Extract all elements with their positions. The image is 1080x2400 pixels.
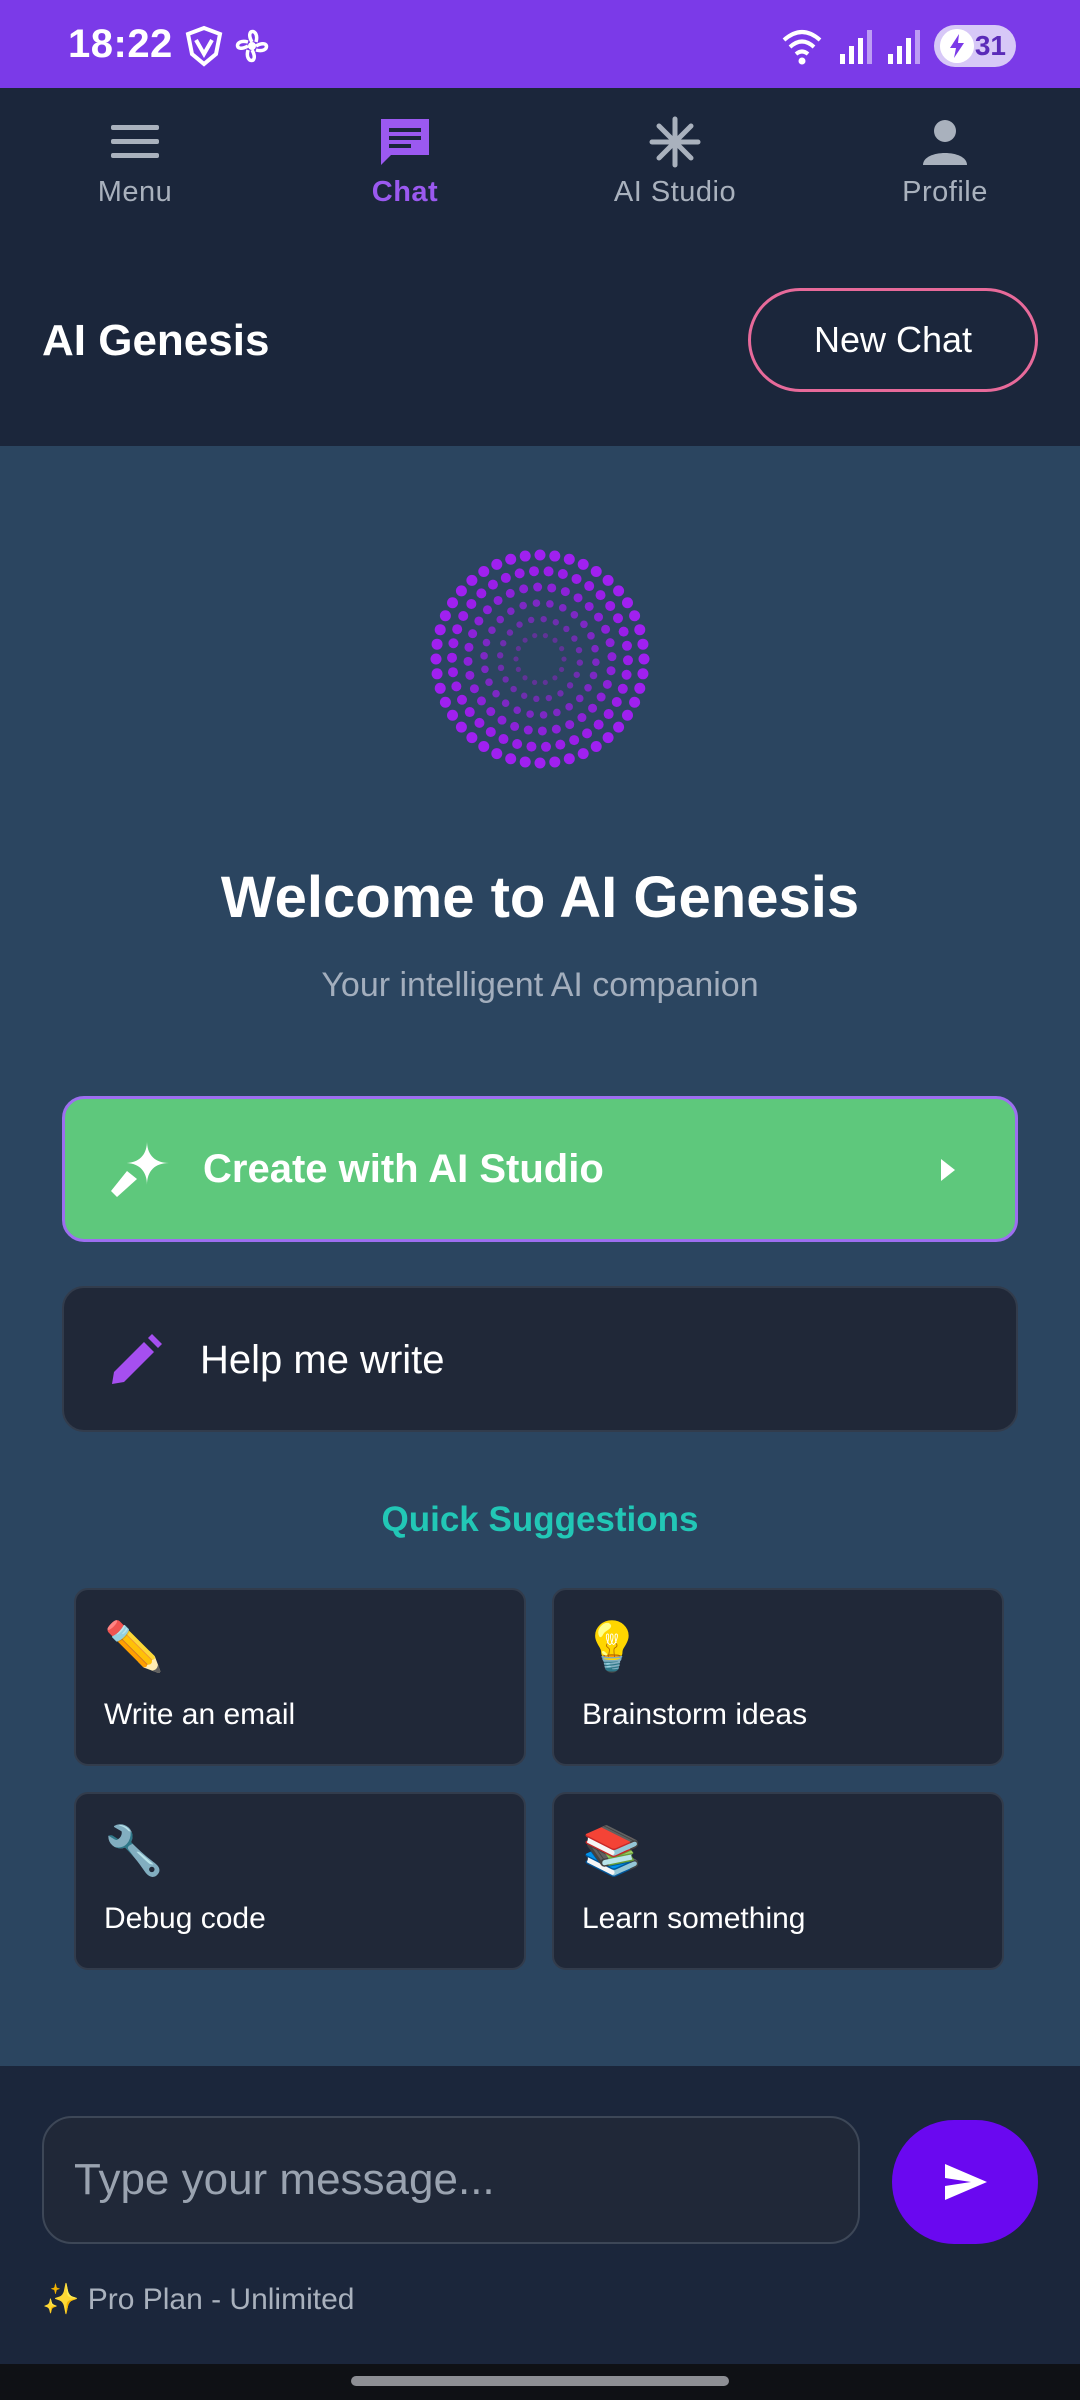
chat-main: Welcome to AI Genesis Your intelligent A… [0,446,1080,2066]
page-title: AI Genesis [42,316,270,365]
status-right-group: 31 [780,24,1016,68]
nav-label-profile: Profile [902,176,988,208]
top-navigation: Menu Chat AI Studio Profile [0,88,1080,210]
create-with-ai-studio-button[interactable]: Create with AI Studio [62,1096,1018,1242]
signal-icon [840,30,872,64]
plan-status: ✨ Pro Plan - Unlimited [42,2283,355,2316]
gesture-bar [0,2364,1080,2400]
nav-label-menu: Menu [97,176,173,208]
suggestion-label: Learn something [582,1902,806,1935]
welcome-subtitle: Your intelligent AI companion [321,966,759,1004]
nav-item-profile[interactable]: Profile [810,88,1080,210]
send-button[interactable] [892,2120,1038,2244]
home-gesture-handle[interactable] [351,2376,729,2386]
help-me-write-button[interactable]: Help me write [62,1286,1018,1432]
quick-suggestions-title: Quick Suggestions [381,1500,699,1539]
battery-charging-icon [940,29,974,63]
nav-item-menu[interactable]: Menu [0,88,270,210]
menu-icon [107,114,163,170]
battery-indicator: 31 [934,25,1016,67]
send-icon [945,2164,987,2200]
asterisk-icon [647,114,703,170]
spiral-logo-icon [430,549,650,769]
suggestion-label: Debug code [104,1902,266,1935]
battery-level: 31 [974,30,1006,61]
nav-label-ai-studio: AI Studio [613,176,737,208]
suggestion-label: Brainstorm ideas [582,1698,808,1731]
suggestion-label: Write an email [104,1698,296,1731]
sparkle-wand-icon [111,1141,169,1197]
suggestion-debug-code[interactable]: 🔧 Debug code [74,1792,526,1970]
status-time: 18:22 [68,22,173,66]
wrench-emoji-icon: 🔧 [104,1825,164,1878]
vpn-shield-icon [185,25,223,67]
person-icon [917,114,973,170]
app-header: AI Genesis New Chat [0,210,1080,446]
suggestion-learn-something[interactable]: 📚 Learn something [552,1792,1004,1970]
message-composer: ✨ Pro Plan - Unlimited [0,2066,1080,2364]
books-emoji-icon: 📚 [582,1825,642,1878]
help-me-write-label: Help me write [200,1338,445,1382]
pencil-emoji-icon: ✏️ [104,1621,164,1674]
lightbulb-emoji-icon: 💡 [582,1621,642,1674]
status-bar: 18:22 31 [0,0,1080,88]
suggestion-write-email[interactable]: ✏️ Write an email [74,1588,526,1766]
studio-button-label: Create with AI Studio [203,1147,604,1191]
app-screen: 18:22 31 Menu Chat AI Studio Profile AI … [0,0,1080,2400]
nav-label-chat: Chat [371,176,439,208]
pinwheel-icon [235,29,269,63]
suggestion-brainstorm-ideas[interactable]: 💡 Brainstorm ideas [552,1588,1004,1766]
chat-icon [377,114,433,170]
wifi-icon [782,30,822,65]
nav-item-ai-studio[interactable]: AI Studio [540,88,810,210]
signal-icon [888,30,920,64]
pencil-icon [112,1334,162,1384]
welcome-title: Welcome to AI Genesis [220,865,860,930]
chevron-right-icon [941,1159,955,1181]
message-input[interactable] [42,2116,860,2244]
new-chat-button[interactable]: New Chat [748,288,1038,392]
nav-item-chat[interactable]: Chat [270,88,540,210]
